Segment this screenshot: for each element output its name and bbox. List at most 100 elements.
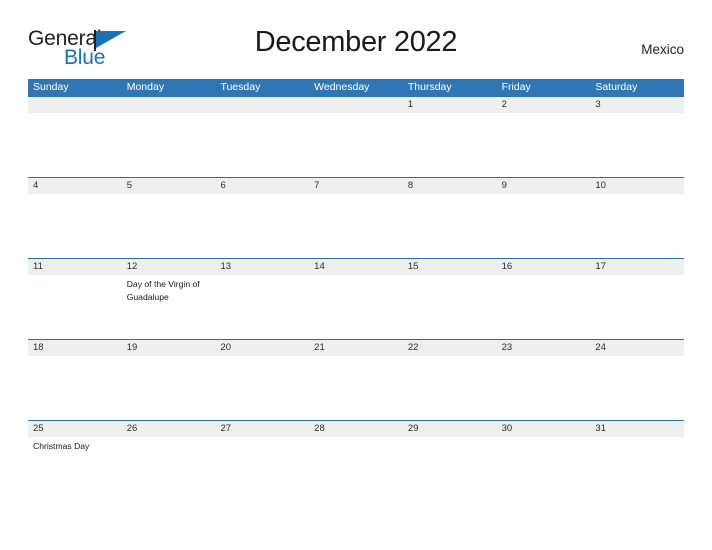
day-number[interactable] bbox=[122, 97, 216, 113]
day-cell[interactable] bbox=[215, 194, 310, 258]
weekday-header-tuesday: Tuesday bbox=[220, 81, 261, 93]
day-cell[interactable] bbox=[28, 275, 122, 339]
week-event-band bbox=[28, 113, 685, 177]
day-number[interactable]: 28 bbox=[309, 421, 403, 437]
day-cell[interactable] bbox=[496, 113, 591, 177]
day-cell[interactable] bbox=[309, 194, 403, 258]
day-cell[interactable] bbox=[590, 356, 685, 420]
week-date-band: 1 2 3 bbox=[28, 97, 684, 113]
day-cell[interactable] bbox=[496, 356, 591, 420]
day-cell[interactable] bbox=[309, 275, 403, 339]
day-cell[interactable] bbox=[28, 194, 122, 258]
week-row: 1 2 3 bbox=[28, 96, 685, 177]
day-number[interactable]: 18 bbox=[28, 340, 122, 356]
day-cell[interactable] bbox=[215, 356, 310, 420]
day-cell[interactable] bbox=[121, 113, 216, 177]
day-cell[interactable] bbox=[496, 437, 591, 501]
day-number[interactable]: 5 bbox=[122, 178, 216, 194]
day-number[interactable]: 20 bbox=[215, 340, 309, 356]
month-calendar: Sunday Monday Tuesday Wednesday Thursday… bbox=[28, 79, 685, 501]
day-cell[interactable]: Day of the Virgin of Guadalupe bbox=[121, 275, 216, 339]
week-event-band bbox=[28, 356, 685, 420]
day-cell[interactable] bbox=[590, 275, 685, 339]
day-number[interactable]: 17 bbox=[590, 259, 684, 275]
week-row: 18 19 20 21 22 23 24 bbox=[28, 339, 685, 420]
page-title: December 2022 bbox=[254, 26, 458, 58]
day-number[interactable] bbox=[28, 97, 122, 113]
day-cell[interactable] bbox=[28, 113, 122, 177]
day-cell[interactable] bbox=[590, 194, 685, 258]
day-cell[interactable] bbox=[28, 356, 122, 420]
day-cell[interactable] bbox=[496, 275, 591, 339]
day-number[interactable]: 15 bbox=[403, 259, 497, 275]
day-event-text: Day of the Virgin of Guadalupe bbox=[126, 279, 200, 302]
day-number[interactable]: 12 bbox=[122, 259, 216, 275]
day-cell[interactable] bbox=[215, 437, 310, 501]
week-date-band: 18 19 20 21 22 23 24 bbox=[28, 340, 684, 356]
day-number[interactable]: 2 bbox=[497, 97, 591, 113]
day-number[interactable]: 31 bbox=[590, 421, 684, 437]
week-date-band: 25 26 27 28 29 30 31 bbox=[28, 421, 684, 437]
day-number[interactable]: 9 bbox=[497, 178, 591, 194]
day-number[interactable]: 8 bbox=[403, 178, 497, 194]
week-event-band: Day of the Virgin of Guadalupe bbox=[28, 275, 685, 339]
day-cell[interactable] bbox=[309, 437, 403, 501]
week-date-band: 4 5 6 7 8 9 10 bbox=[28, 178, 684, 194]
day-number[interactable]: 26 bbox=[122, 421, 216, 437]
day-number[interactable]: 24 bbox=[590, 340, 684, 356]
day-cell[interactable] bbox=[121, 356, 216, 420]
week-date-band: 11 12 13 14 15 16 17 bbox=[28, 259, 684, 275]
page-header: General Blue December 2022 Mexico bbox=[28, 26, 684, 72]
day-number[interactable]: 11 bbox=[28, 259, 122, 275]
day-cell[interactable] bbox=[309, 356, 403, 420]
day-cell[interactable]: Christmas Day bbox=[28, 437, 122, 501]
day-number[interactable]: 6 bbox=[215, 178, 309, 194]
weekday-header-wednesday: Wednesday bbox=[314, 81, 370, 93]
day-number[interactable]: 13 bbox=[215, 259, 309, 275]
day-number[interactable]: 21 bbox=[309, 340, 403, 356]
day-number[interactable]: 30 bbox=[497, 421, 591, 437]
weekday-header-friday: Friday bbox=[501, 81, 531, 93]
day-cell[interactable] bbox=[402, 194, 497, 258]
day-cell[interactable] bbox=[402, 356, 497, 420]
day-number[interactable]: 10 bbox=[590, 178, 684, 194]
day-cell[interactable] bbox=[215, 275, 310, 339]
day-number[interactable]: 3 bbox=[590, 97, 684, 113]
day-cell[interactable] bbox=[121, 437, 216, 501]
day-cell[interactable] bbox=[215, 113, 310, 177]
day-number[interactable]: 27 bbox=[215, 421, 309, 437]
day-cell[interactable] bbox=[121, 194, 216, 258]
day-number[interactable]: 25 bbox=[28, 421, 122, 437]
day-number[interactable]: 16 bbox=[497, 259, 591, 275]
day-number[interactable]: 7 bbox=[309, 178, 403, 194]
weekday-header-monday: Monday bbox=[126, 81, 165, 93]
weekday-header-thursday: Thursday bbox=[407, 81, 452, 93]
day-cell[interactable] bbox=[590, 113, 685, 177]
day-number[interactable] bbox=[309, 97, 403, 113]
week-row: 4 5 6 7 8 9 10 bbox=[28, 177, 685, 258]
day-number[interactable]: 19 bbox=[122, 340, 216, 356]
day-number[interactable]: 23 bbox=[497, 340, 591, 356]
day-cell[interactable] bbox=[496, 194, 591, 258]
day-cell[interactable] bbox=[402, 437, 497, 501]
day-cell[interactable] bbox=[402, 113, 497, 177]
week-event-band: Christmas Day bbox=[28, 437, 685, 501]
day-number[interactable]: 29 bbox=[403, 421, 497, 437]
week-row: 11 12 13 14 15 16 17 Day of the Virgin o… bbox=[28, 258, 685, 339]
calendar-page: General Blue December 2022 Mexico Sunday… bbox=[0, 0, 712, 550]
day-cell[interactable] bbox=[402, 275, 497, 339]
day-number[interactable]: 1 bbox=[403, 97, 497, 113]
week-row: 25 26 27 28 29 30 31 Christmas Day bbox=[28, 420, 685, 501]
day-number[interactable]: 14 bbox=[309, 259, 403, 275]
day-cell[interactable] bbox=[590, 437, 685, 501]
week-event-band bbox=[28, 194, 685, 258]
day-event-text: Christmas Day bbox=[33, 441, 90, 451]
day-number[interactable] bbox=[215, 97, 309, 113]
country-label: Mexico bbox=[641, 42, 684, 57]
weekday-header-saturday: Saturday bbox=[595, 81, 638, 93]
day-number[interactable]: 22 bbox=[403, 340, 497, 356]
weekday-header-sunday: Sunday bbox=[33, 81, 69, 93]
weekday-header-row: Sunday Monday Tuesday Wednesday Thursday… bbox=[28, 79, 684, 96]
day-cell[interactable] bbox=[309, 113, 403, 177]
day-number[interactable]: 4 bbox=[28, 178, 122, 194]
